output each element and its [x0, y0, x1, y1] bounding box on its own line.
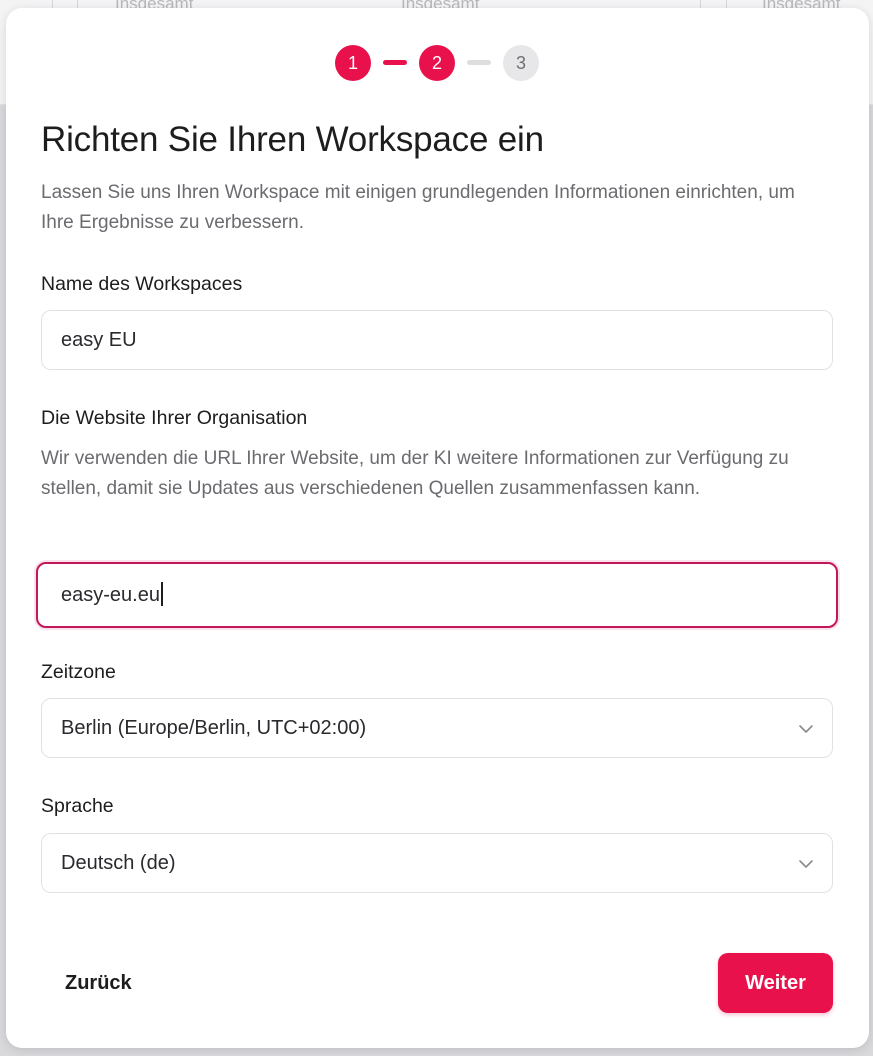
language-label: Sprache — [41, 795, 114, 817]
workspace-name-label: Name des Workspaces — [41, 273, 243, 295]
language-select[interactable]: Deutsch (de) — [41, 833, 833, 893]
next-button[interactable]: Weiter — [718, 953, 833, 1013]
dialog-title: Richten Sie Ihren Workspace ein — [41, 120, 544, 159]
chevron-down-icon — [799, 860, 813, 868]
step-connector — [383, 60, 407, 65]
workspace-name-value: easy EU — [61, 329, 137, 351]
back-button[interactable]: Zurück — [46, 958, 156, 1008]
workspace-setup-dialog: 1 2 3 Richten Sie Ihren Workspace ein La… — [6, 8, 869, 1048]
website-input[interactable]: easy-eu.eu — [36, 562, 838, 628]
timezone-label: Zeitzone — [41, 661, 116, 683]
language-value: Deutsch (de) — [61, 852, 176, 874]
chevron-down-icon — [799, 725, 813, 733]
website-help-text: Wir verwenden die URL Ihrer Website, um … — [41, 448, 789, 499]
progress-stepper: 1 2 3 — [6, 45, 869, 81]
step-1-indicator: 1 — [335, 45, 371, 81]
website-value: easy-eu.eu — [61, 584, 160, 606]
timezone-select[interactable]: Berlin (Europe/Berlin, UTC+02:00) — [41, 698, 833, 758]
workspace-name-input[interactable]: easy EU — [41, 310, 833, 370]
timezone-value: Berlin (Europe/Berlin, UTC+02:00) — [61, 717, 367, 739]
website-label: Die Website Ihrer Organisation — [41, 407, 308, 429]
step-connector — [467, 60, 491, 65]
text-caret — [160, 582, 163, 607]
step-2-indicator: 2 — [419, 45, 455, 81]
step-3-indicator: 3 — [503, 45, 539, 81]
dialog-subtitle: Lassen Sie uns Ihren Workspace mit einig… — [41, 182, 795, 233]
